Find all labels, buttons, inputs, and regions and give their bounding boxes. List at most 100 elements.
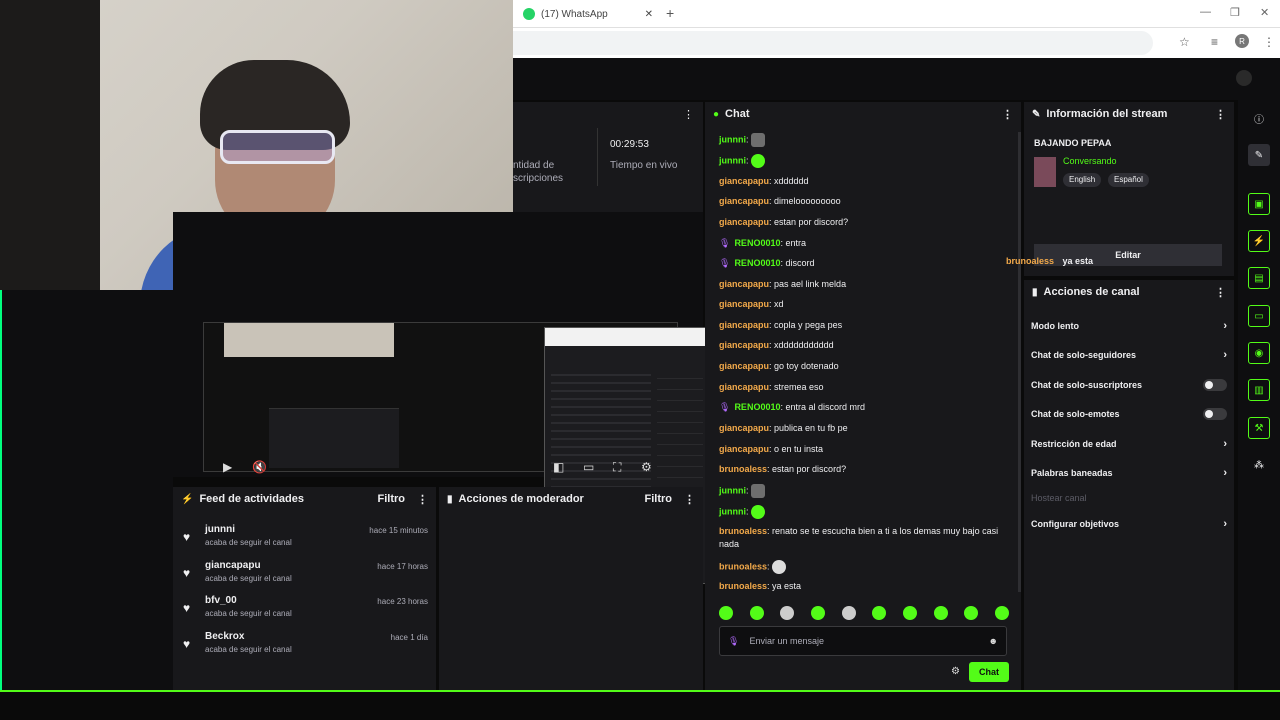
chat-username[interactable]: junnni — [719, 134, 746, 144]
theater-icon[interactable]: ▭ — [583, 460, 594, 474]
chat-username[interactable]: brunoaless — [719, 464, 767, 474]
chevron-right-icon: › — [1223, 438, 1227, 450]
lightning-rail-icon[interactable]: ⚡ — [1248, 230, 1270, 252]
chat-message-list[interactable]: junnni: junnni: giancapapu: xdddddd gianc… — [705, 128, 1021, 598]
mute-icon[interactable]: 🔇 — [252, 460, 267, 474]
emote-button[interactable] — [719, 606, 733, 620]
chat-username[interactable]: giancapapu — [719, 217, 769, 227]
stream-category[interactable]: Conversando — [1063, 156, 1117, 166]
emote-quick-bar — [719, 606, 1009, 620]
channel-action-label: Chat de solo-suscriptores — [1031, 380, 1143, 390]
channel-actions-kebab-icon[interactable]: ⋮ — [1215, 286, 1226, 299]
play-icon[interactable]: ▶ — [223, 460, 232, 474]
stream-tag[interactable]: Español — [1108, 173, 1149, 187]
media-controls-icon[interactable]: ≡ — [1211, 35, 1218, 49]
chat-username[interactable]: giancapapu — [719, 423, 769, 433]
emote-button[interactable] — [994, 606, 1009, 620]
new-tab-button[interactable]: + — [666, 5, 674, 21]
channel-action-age-restriction[interactable]: Restricción de edad › — [1031, 434, 1227, 454]
chat-message-input[interactable]: 🎙 Enviar un mensaje ☻ — [719, 626, 1007, 656]
stream-info-kebab-icon[interactable]: ⋮ — [1215, 108, 1226, 121]
emote-button[interactable] — [933, 606, 948, 620]
broadcast-icon[interactable]: ◉ — [1248, 342, 1270, 364]
mod-actions-filter-button[interactable]: Filtro — [645, 493, 673, 505]
emote-button[interactable] — [964, 606, 979, 620]
feed-item: ♥ giancapapu acaba de seguir el canal ha… — [183, 560, 428, 590]
chat-scrollbar[interactable] — [1018, 132, 1021, 592]
stream-preview[interactable]: ▶ 🔇 ◧ ▭ ⛶ ⚙ — [173, 212, 709, 584]
wrench-icon[interactable]: ⚒ — [1248, 417, 1270, 439]
stats-kebab-icon[interactable]: ⋮ — [683, 108, 694, 121]
channel-action-followers-only[interactable]: Chat de solo-seguidores › — [1031, 345, 1227, 365]
shapes-icon[interactable]: ⁂ — [1248, 454, 1270, 476]
close-window-icon[interactable]: ✕ — [1260, 6, 1269, 19]
microphone-badge-icon: 🎙 — [719, 402, 731, 412]
clip-icon[interactable]: ▣ — [1248, 193, 1270, 215]
chat-username[interactable]: junnni — [719, 155, 746, 165]
layout-icon[interactable]: ▥ — [1248, 379, 1270, 401]
chat-send-button[interactable]: Chat — [969, 662, 1009, 682]
chat-settings-gear-icon[interactable]: ⚙ — [951, 666, 960, 677]
feed-username[interactable]: giancapapu — [205, 560, 261, 571]
activity-feed-kebab-icon[interactable]: ⋮ — [417, 493, 428, 506]
emote-button[interactable] — [841, 606, 856, 620]
channel-action-emotes-only[interactable]: Chat de solo-emotes — [1031, 404, 1227, 424]
chat-username[interactable]: RENO0010 — [734, 258, 780, 268]
chat-username[interactable]: junnni — [719, 485, 746, 495]
user-avatar[interactable] — [1236, 70, 1252, 86]
feed-username[interactable]: bfv_00 — [205, 595, 237, 606]
chat-username[interactable]: brunoaless — [719, 561, 767, 571]
feed-username[interactable]: Beckrox — [205, 631, 244, 642]
webcam-dark-wall — [0, 0, 100, 290]
emote-button[interactable] — [872, 606, 887, 620]
browser-tab-whatsapp[interactable]: (17) WhatsApp ✕ — [513, 2, 663, 26]
chat-username[interactable]: brunoaless — [719, 581, 767, 591]
stream-tag[interactable]: English — [1063, 173, 1102, 187]
fullscreen-icon[interactable]: ⛶ — [613, 460, 621, 475]
microphone-icon[interactable]: 🎙 — [728, 636, 739, 647]
tab-close-icon[interactable]: ✕ — [645, 9, 653, 20]
channel-action-slow-mode[interactable]: Modo lento › — [1031, 316, 1227, 336]
activity-feed-filter-button[interactable]: Filtro — [378, 493, 406, 505]
emote-button[interactable] — [749, 606, 764, 620]
chat-username[interactable]: RENO0010 — [734, 402, 780, 412]
address-bar[interactable] — [513, 31, 1153, 55]
chat-username[interactable]: giancapapu — [719, 340, 769, 350]
info-icon[interactable]: ⓘ — [1248, 107, 1270, 129]
chat-username[interactable]: giancapapu — [719, 279, 769, 289]
settings-gear-icon[interactable]: ⚙ — [641, 460, 652, 474]
camera-icon[interactable]: ◧ — [553, 460, 564, 474]
browser-menu-icon[interactable]: ⋮ — [1263, 35, 1275, 49]
chat-rail-icon[interactable]: ▭ — [1248, 305, 1270, 327]
chat-username[interactable]: junnni — [719, 506, 746, 516]
mod-actions-kebab-icon[interactable]: ⋮ — [684, 493, 695, 506]
emote-button[interactable] — [902, 606, 917, 620]
chat-username[interactable]: giancapapu — [719, 320, 769, 330]
channel-action-label: Chat de solo-seguidores — [1031, 350, 1137, 360]
channel-action-subscribers-only[interactable]: Chat de solo-suscriptores — [1031, 375, 1227, 395]
emotes-only-toggle[interactable] — [1203, 408, 1227, 420]
restore-icon[interactable]: ❐ — [1230, 6, 1240, 19]
chat-username[interactable]: giancapapu — [719, 299, 769, 309]
document-icon[interactable]: ▤ — [1248, 267, 1270, 289]
emoji-picker-icon[interactable]: ☻ — [989, 636, 998, 646]
profile-avatar[interactable]: R — [1235, 34, 1249, 48]
bookmark-star-icon[interactable]: ☆ — [1179, 35, 1190, 49]
channel-action-configure-goals[interactable]: Configurar objetivos › — [1031, 514, 1227, 534]
subscribers-only-toggle[interactable] — [1203, 379, 1227, 391]
chat-username[interactable]: giancapapu — [719, 444, 769, 454]
chat-username[interactable]: brunoaless — [719, 526, 767, 536]
chat-username[interactable]: RENO0010 — [734, 238, 780, 248]
emote-button[interactable] — [810, 606, 825, 620]
chat-username[interactable]: giancapapu — [719, 361, 769, 371]
channel-action-banned-words[interactable]: Palabras baneadas › — [1031, 463, 1227, 483]
edit-icon[interactable]: ✎ — [1248, 144, 1270, 166]
chat-overlay-message: brunoaless ya esta — [1006, 256, 1093, 266]
chat-kebab-icon[interactable]: ⋮ — [1002, 108, 1013, 121]
minimize-icon[interactable]: — — [1200, 6, 1211, 18]
chat-username[interactable]: giancapapu — [719, 176, 769, 186]
emote-button[interactable] — [780, 606, 795, 620]
chat-username[interactable]: giancapapu — [719, 196, 769, 206]
feed-username[interactable]: junnni — [205, 524, 235, 535]
chat-username[interactable]: giancapapu — [719, 382, 769, 392]
